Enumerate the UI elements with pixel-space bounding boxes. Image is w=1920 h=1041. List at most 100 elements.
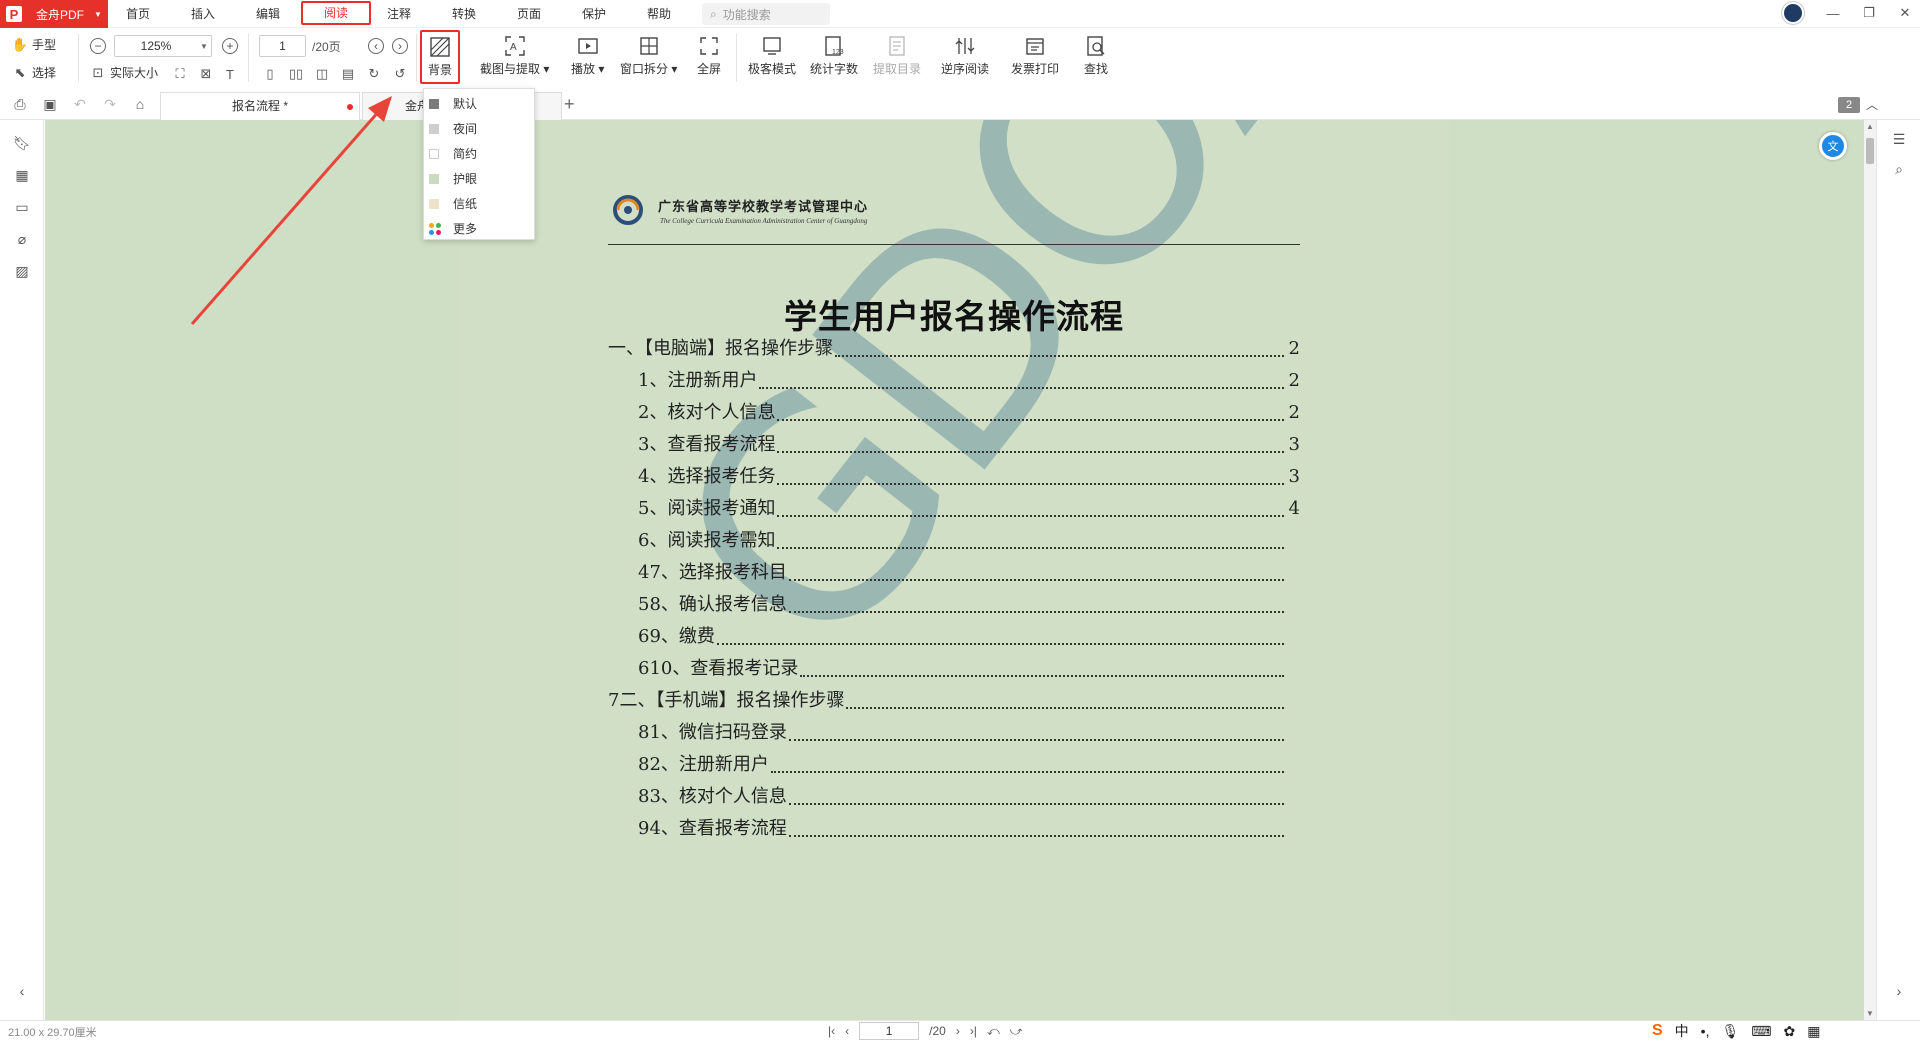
background-option[interactable]: 信纸	[424, 191, 534, 216]
app-brand-menu[interactable]: P 金舟PDF ▼	[0, 0, 108, 28]
extract-toc-button[interactable]: 提取目录	[873, 34, 921, 77]
scroll-up-icon[interactable]: ▲	[1866, 122, 1874, 131]
hand-tool-button[interactable]: ✋ 手型	[12, 36, 56, 53]
next-page-icon[interactable]: ›	[392, 38, 408, 54]
chevron-up-icon[interactable]: ︿	[1866, 96, 1878, 113]
menu-tab-read[interactable]: 阅读	[301, 1, 371, 25]
zoom-out-icon[interactable]: −	[90, 38, 106, 54]
image-icon[interactable]: ▨	[13, 262, 31, 280]
keyboard-icon[interactable]: ⌨	[1751, 1023, 1771, 1040]
word-count-button[interactable]: 123 统计字数	[810, 34, 858, 77]
punctuation-icon[interactable]: •,	[1701, 1023, 1710, 1039]
minimal-mode-button[interactable]: 极客模式	[748, 34, 796, 77]
close-icon[interactable]: ✕	[1898, 5, 1912, 21]
go-back-icon[interactable]: ⤺	[987, 1024, 1000, 1039]
toc-entry[interactable]: 5、阅读报考通知 4	[638, 494, 1300, 522]
go-forward-icon[interactable]: ⤻	[1010, 1024, 1023, 1039]
prev-page-icon[interactable]: ‹	[845, 1024, 849, 1038]
toc-entry[interactable]: 83、核对个人信息	[638, 782, 1300, 810]
fit-page-icon[interactable]: ⛶	[172, 66, 188, 82]
add-tab-icon[interactable]: +	[564, 94, 575, 115]
background-option[interactable]: 更多	[424, 216, 534, 241]
document-tab-active[interactable]: 报名流程 *	[160, 92, 360, 120]
invoice-print-button[interactable]: 发票打印	[1011, 34, 1059, 77]
chevron-right-icon[interactable]: ›	[1890, 982, 1908, 1000]
toc-entry[interactable]: 6、阅读报考需知	[638, 526, 1300, 554]
scrollbar-thumb[interactable]	[1866, 138, 1874, 164]
toc-entry[interactable]: 81、微信扫码登录	[638, 718, 1300, 746]
actual-size-button[interactable]: ⊡ 实际大小	[90, 64, 158, 81]
toc-entry[interactable]: 4、选择报考任务 3	[638, 462, 1300, 490]
thumbnails-icon[interactable]: ▦	[13, 166, 31, 184]
background-option[interactable]: 夜间	[424, 116, 534, 141]
background-button[interactable]: 背景	[420, 30, 461, 84]
menu-tab-insert[interactable]: 插入	[175, 0, 231, 28]
toolbox-icon[interactable]: ▦	[1807, 1023, 1820, 1040]
print-icon[interactable]: ⎙	[12, 96, 28, 112]
minimize-icon[interactable]: —	[1826, 6, 1840, 21]
translate-float-button[interactable]: 文	[1819, 132, 1847, 160]
toc-entry[interactable]: 一、【电脑端】报名操作步骤 2	[608, 334, 1300, 362]
menu-tab-edit[interactable]: 编辑	[240, 0, 296, 28]
screenshot-extract-button[interactable]: A 截图与提取 ▾	[480, 34, 549, 77]
toc-entry[interactable]: 610、查看报考记录	[638, 654, 1300, 682]
settings-sliders-icon[interactable]: ☰	[1890, 130, 1908, 148]
next-page-icon[interactable]: ›	[956, 1024, 960, 1038]
reverse-reading-button[interactable]: 逆序阅读	[941, 34, 989, 77]
page-number-input[interactable]: 1	[259, 35, 306, 57]
bookmark-icon[interactable]: 🔖︎	[13, 134, 31, 152]
toc-entry[interactable]: 69、缴费	[638, 622, 1300, 650]
ime-language[interactable]: 中	[1675, 1021, 1689, 1041]
toc-entry[interactable]: 82、注册新用户	[638, 750, 1300, 778]
rotate-counterclockwise-icon[interactable]: ↺	[392, 66, 408, 82]
find-button[interactable]: 查找	[1084, 34, 1108, 77]
comment-icon[interactable]: ▭	[13, 198, 31, 216]
toc-entry[interactable]: 3、查看报考流程 3	[638, 430, 1300, 458]
skin-icon[interactable]: ✿	[1783, 1023, 1795, 1040]
toc-entry[interactable]: 94、查看报考流程	[638, 814, 1300, 842]
restore-icon[interactable]: ❐	[1862, 5, 1876, 21]
search-icon[interactable]: ⌕	[1890, 160, 1908, 178]
menu-tab-home[interactable]: 首页	[110, 0, 166, 28]
scroll-down-icon[interactable]: ▼	[1866, 1009, 1874, 1018]
book-view-icon[interactable]: ◫	[314, 66, 330, 82]
two-page-icon[interactable]: ▯▯	[288, 66, 304, 82]
status-page-input[interactable]: 1	[859, 1022, 920, 1040]
chevron-left-icon[interactable]: ‹	[13, 982, 31, 1000]
continuous-scroll-icon[interactable]: ▤	[340, 66, 356, 82]
toc-entry[interactable]: 7二、【手机端】报名操作步骤	[608, 686, 1300, 714]
undo-icon[interactable]: ↶	[72, 96, 88, 112]
menu-tab-protect[interactable]: 保护	[566, 0, 622, 28]
toc-entry[interactable]: 2、核对个人信息 2	[638, 398, 1300, 426]
menu-tab-page[interactable]: 页面	[501, 0, 557, 28]
fullscreen-button[interactable]: 全屏	[697, 34, 721, 77]
background-option[interactable]: 默认	[424, 91, 534, 116]
redo-icon[interactable]: ↷	[102, 96, 118, 112]
save-icon[interactable]: ▣	[42, 96, 58, 112]
microphone-icon[interactable]: 🎙︎	[1721, 1023, 1739, 1040]
document-canvas[interactable]: GDOA 广东省高等学校教学考试管理中心 The College Curricu…	[45, 120, 1864, 1020]
single-page-icon[interactable]: ▯	[262, 66, 278, 82]
background-option[interactable]: 护眼	[424, 166, 534, 191]
play-button[interactable]: 播放 ▾	[571, 34, 604, 77]
fit-width-icon[interactable]: ⊠	[198, 66, 214, 82]
zoom-select[interactable]: 125% ▼	[114, 35, 212, 57]
prev-page-icon[interactable]: ‹	[368, 38, 384, 54]
rotate-clockwise-icon[interactable]: ↻	[366, 66, 382, 82]
first-page-icon[interactable]: |‹	[828, 1024, 835, 1038]
toc-entry[interactable]: 47、选择报考科目	[638, 558, 1300, 586]
function-search-input[interactable]: ⌕ 功能搜索	[702, 3, 830, 25]
zoom-in-icon[interactable]: +	[222, 38, 238, 54]
menu-tab-convert[interactable]: 转换	[436, 0, 492, 28]
window-split-button[interactable]: 窗口拆分 ▾	[620, 34, 677, 77]
menu-tab-help[interactable]: 帮助	[631, 0, 687, 28]
menu-tab-annotate[interactable]: 注释	[371, 0, 427, 28]
sogou-ime-icon[interactable]: S	[1652, 1022, 1663, 1040]
vertical-scrollbar[interactable]: ▲ ▼	[1864, 120, 1876, 1020]
avatar[interactable]	[1782, 2, 1804, 24]
attachment-icon[interactable]: ⌀	[13, 230, 31, 248]
toc-entry[interactable]: 58、确认报考信息	[638, 590, 1300, 618]
select-tool-button[interactable]: ⬉ 选择	[12, 64, 56, 81]
home-icon[interactable]: ⌂	[132, 96, 148, 112]
toc-entry[interactable]: 1、注册新用户 2	[638, 366, 1300, 394]
